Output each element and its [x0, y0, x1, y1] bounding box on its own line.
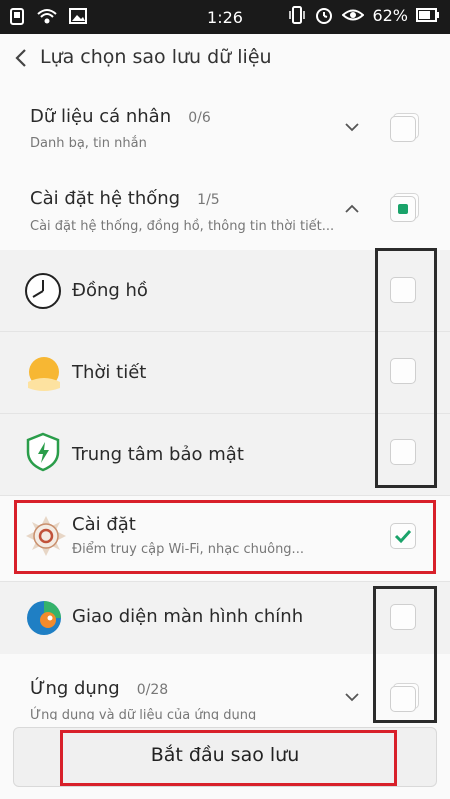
battery-percent: 62%: [372, 5, 408, 25]
section-title: Cài đặt hệ thống: [30, 188, 181, 209]
section-count: 0/28: [136, 682, 169, 698]
theme-icon: [27, 601, 61, 635]
chevron-down-icon[interactable]: [343, 688, 361, 706]
highlight-frame-checkboxes-top: [375, 248, 437, 488]
section-count: 0/6: [188, 110, 211, 126]
section-subtitle: Ứng dụng và dữ liệu của ứng dụng: [30, 708, 257, 720]
section-checkbox[interactable]: [390, 116, 416, 142]
eye-icon: [342, 9, 365, 21]
back-arrow-icon[interactable]: [10, 46, 34, 70]
weather-icon: [28, 357, 60, 391]
chevron-up-icon[interactable]: [343, 200, 361, 218]
vibrate-icon: [289, 6, 306, 24]
status-right-icons: 62%: [288, 5, 440, 25]
section-subtitle: Danh bạ, tin nhắn: [30, 136, 147, 151]
page-title: Lựa chọn sao lưu dữ liệu: [40, 46, 272, 68]
chevron-down-icon[interactable]: [343, 118, 361, 136]
partial-check-indicator: [398, 204, 408, 214]
battery-icon: [416, 8, 439, 22]
highlight-frame-checkboxes-bottom: [373, 586, 437, 723]
section-personal-data[interactable]: Dữ liệu cá nhân 0/6 Danh bạ, tin nhắn: [0, 86, 450, 164]
header-bar: Lựa chọn sao lưu dữ liệu: [0, 34, 450, 86]
section-count: 1/5: [197, 192, 220, 208]
section-system-settings[interactable]: Cài đặt hệ thống 1/5 Cài đặt hệ thống, đ…: [0, 164, 450, 250]
section-header-text: Ứng dụng 0/28: [30, 678, 168, 699]
section-title: Dữ liệu cá nhân: [30, 106, 172, 127]
section-title: Ứng dụng: [30, 678, 120, 699]
section-header-text: Cài đặt hệ thống 1/5: [30, 188, 220, 209]
item-title: Đồng hồ: [72, 280, 148, 301]
item-title: Giao diện màn hình chính: [72, 606, 304, 627]
highlight-frame-start-button: [60, 730, 397, 786]
clock-icon: [25, 273, 61, 309]
shield-icon: [26, 432, 60, 472]
item-title: Thời tiết: [72, 362, 147, 383]
highlight-frame-settings-item: [14, 500, 436, 574]
item-title: Trung tâm bảo mật: [72, 444, 244, 465]
section-checkbox-partial[interactable]: [390, 196, 416, 222]
alarm-icon: [316, 8, 333, 24]
section-subtitle: Cài đặt hệ thống, đồng hồ, thông tin thờ…: [30, 219, 335, 234]
status-bar: 1:26 62%: [0, 0, 450, 34]
section-header-text: Dữ liệu cá nhân 0/6: [30, 106, 211, 127]
